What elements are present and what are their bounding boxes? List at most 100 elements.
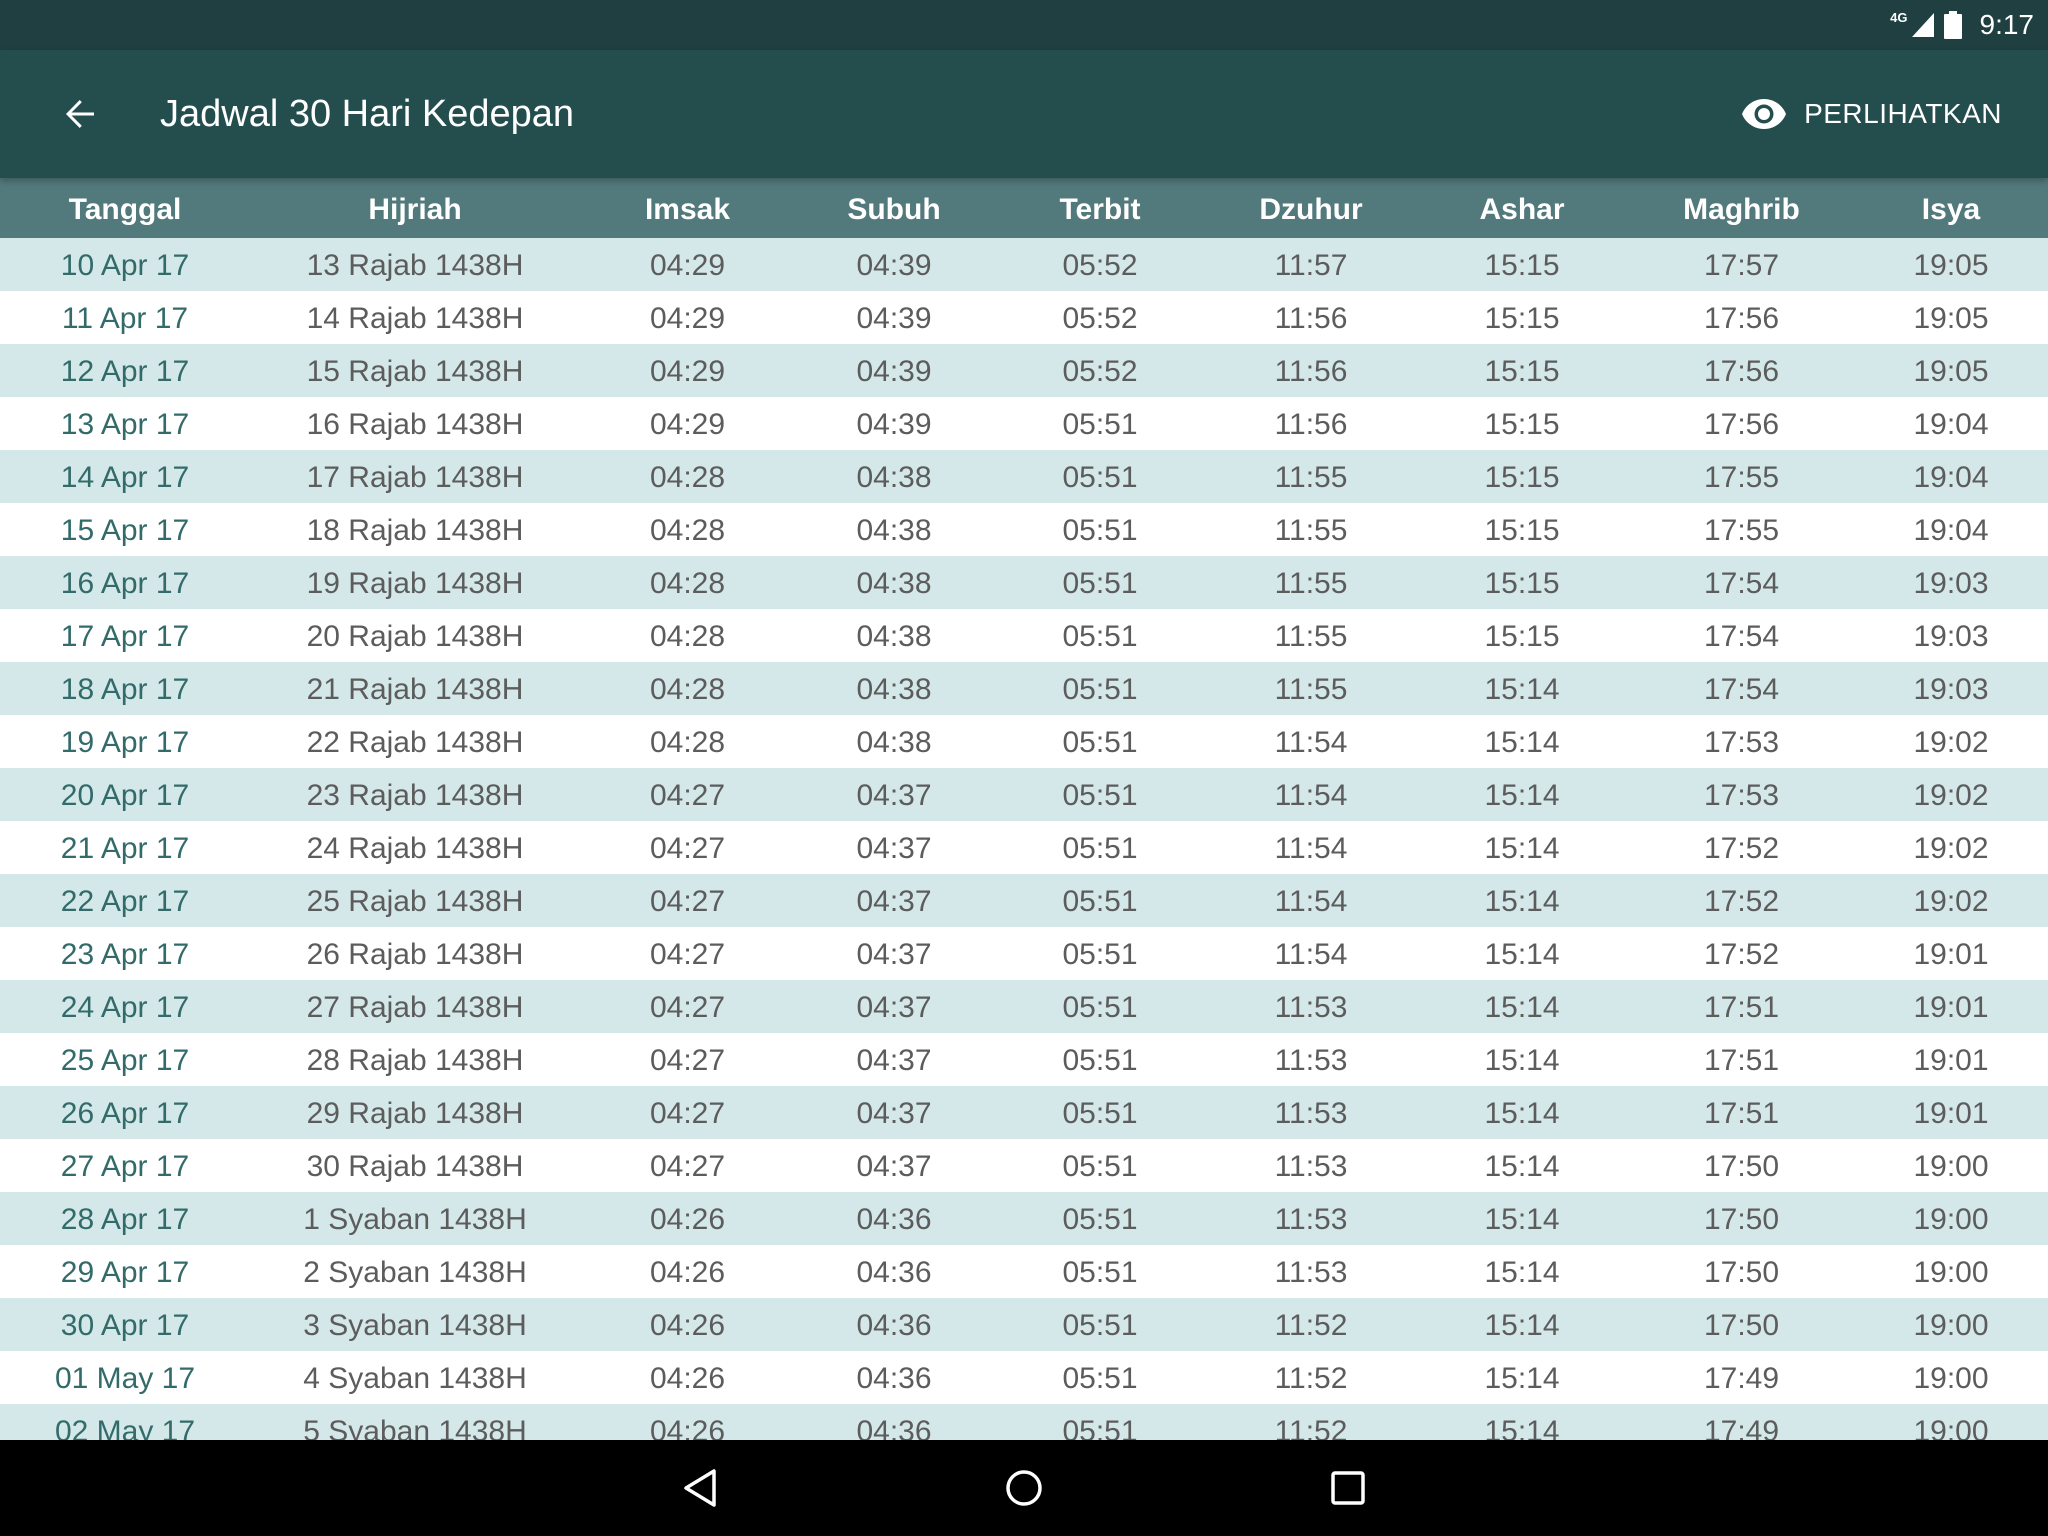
table-row: 22 Apr 17 25 Rajab 1438H 04:27 04:37 05:51 11…	[0, 874, 2048, 927]
cell-maghrib: 17:56	[1703, 408, 1780, 441]
cell-imsak: 04:29	[649, 249, 726, 282]
cell-dzuhur: 11:53	[1274, 1150, 1348, 1183]
cell-subuh: 04:36	[856, 1362, 932, 1395]
table-row: 27 Apr 17 30 Rajab 1438H 04:27 04:37 05:51 11…	[0, 1139, 2048, 1192]
cell-hijriah: 13 Rajab 1438H	[306, 249, 524, 282]
cell-tanggal: 24 Apr 17	[60, 991, 190, 1024]
cell-terbit: 05:51	[1062, 1150, 1138, 1183]
cell-isya: 19:04	[1913, 408, 1989, 441]
cell-hijriah: 20 Rajab 1438H	[306, 620, 524, 653]
show-button[interactable]: PERLIHATKAN	[1742, 50, 2002, 178]
cell-maghrib: 17:52	[1703, 885, 1780, 918]
cell-dzuhur: 11:55	[1274, 620, 1348, 653]
status-clock: 9:17	[1979, 9, 2035, 40]
cell-isya: 19:05	[1913, 302, 1989, 335]
cell-isya: 19:02	[1913, 779, 1989, 812]
cell-ashar: 15:15	[1484, 567, 1560, 600]
table-header: Tanggal Hijriah Imsak Subuh Terbit Dzuhur Asha…	[0, 178, 2048, 238]
battery-icon	[1943, 11, 1962, 39]
table-row: 13 Apr 17 16 Rajab 1438H 04:29 04:39 05:51 11…	[0, 397, 2048, 450]
table-row: 10 Apr 17 13 Rajab 1438H 04:29 04:39 05:52 11…	[0, 238, 2048, 291]
cell-ashar: 15:14	[1484, 673, 1560, 706]
cell-hijriah: 28 Rajab 1438H	[306, 1044, 524, 1077]
cell-dzuhur: 11:53	[1274, 1256, 1348, 1289]
nav-back-button[interactable]	[670, 1458, 730, 1518]
cell-imsak: 04:27	[649, 885, 726, 918]
cell-tanggal: 01 May 17	[54, 1362, 196, 1395]
cell-tanggal: 23 Apr 17	[60, 938, 190, 971]
cell-terbit: 05:51	[1062, 832, 1138, 865]
cell-imsak: 04:26	[649, 1203, 726, 1236]
cell-tanggal: 28 Apr 17	[60, 1203, 190, 1236]
cell-tanggal: 27 Apr 17	[60, 1150, 190, 1183]
cell-imsak: 04:27	[649, 938, 726, 971]
cell-hijriah: 1 Syaban 1438H	[303, 1203, 527, 1236]
cell-dzuhur: 11:55	[1274, 567, 1348, 600]
cell-hijriah: 25 Rajab 1438H	[306, 885, 524, 918]
app-bar: Jadwal 30 Hari Kedepan PERLIHATKAN	[0, 50, 2048, 178]
cell-maghrib: 17:50	[1703, 1256, 1780, 1289]
cell-isya: 19:01	[1913, 991, 1989, 1024]
table-row: 01 May 17 4 Syaban 1438H 04:26 04:36 05:51 11…	[0, 1351, 2048, 1404]
cell-tanggal: 19 Apr 17	[60, 726, 190, 759]
cell-dzuhur: 11:54	[1274, 885, 1348, 918]
cell-dzuhur: 11:55	[1274, 461, 1348, 494]
back-button[interactable]	[50, 84, 110, 144]
cell-imsak: 04:28	[649, 567, 726, 600]
cell-imsak: 04:27	[649, 1150, 726, 1183]
cell-ashar: 15:14	[1484, 1097, 1560, 1130]
cell-terbit: 05:51	[1062, 1203, 1138, 1236]
cell-maghrib: 17:49	[1703, 1362, 1780, 1395]
cell-terbit: 05:51	[1062, 461, 1138, 494]
cell-imsak: 04:27	[649, 832, 726, 865]
cell-terbit: 05:51	[1062, 1415, 1138, 1440]
cell-isya: 19:03	[1913, 620, 1989, 653]
cell-subuh: 04:38	[856, 673, 932, 706]
cell-subuh: 04:38	[856, 461, 932, 494]
cell-imsak: 04:28	[649, 726, 726, 759]
cell-imsak: 04:28	[649, 620, 726, 653]
cell-ashar: 15:14	[1484, 726, 1560, 759]
nav-home-button[interactable]	[994, 1458, 1054, 1518]
cell-isya: 19:00	[1913, 1309, 1989, 1342]
cell-tanggal: 20 Apr 17	[60, 779, 190, 812]
cell-tanggal: 25 Apr 17	[60, 1044, 190, 1077]
cell-terbit: 05:51	[1062, 1362, 1138, 1395]
cell-tanggal: 26 Apr 17	[60, 1097, 190, 1130]
cell-terbit: 05:52	[1062, 355, 1138, 388]
cell-imsak: 04:27	[649, 1097, 726, 1130]
cell-subuh: 04:37	[856, 1150, 932, 1183]
cell-hijriah: 24 Rajab 1438H	[306, 832, 524, 865]
cell-terbit: 05:51	[1062, 408, 1138, 441]
cell-terbit: 05:51	[1062, 726, 1138, 759]
table-row: 26 Apr 17 29 Rajab 1438H 04:27 04:37 05:51 11…	[0, 1086, 2048, 1139]
cell-isya: 19:05	[1913, 355, 1989, 388]
cell-terbit: 05:51	[1062, 885, 1138, 918]
cell-tanggal: 21 Apr 17	[60, 832, 190, 865]
cell-maghrib: 17:54	[1703, 567, 1780, 600]
cell-imsak: 04:26	[649, 1415, 726, 1440]
cell-terbit: 05:51	[1062, 779, 1138, 812]
cell-hijriah: 16 Rajab 1438H	[306, 408, 524, 441]
cell-tanggal: 02 May 17	[54, 1415, 196, 1440]
cell-tanggal: 15 Apr 17	[60, 514, 190, 547]
column-header-imsak: Imsak	[644, 193, 731, 226]
eye-icon	[1742, 99, 1787, 129]
nav-recent-button[interactable]	[1318, 1458, 1378, 1518]
cell-isya: 19:00	[1913, 1203, 1989, 1236]
cell-tanggal: 18 Apr 17	[60, 673, 190, 706]
cell-hijriah: 15 Rajab 1438H	[306, 355, 524, 388]
cell-ashar: 15:15	[1484, 514, 1560, 547]
triangle-back-icon	[684, 1469, 716, 1507]
schedule-table[interactable]: Tanggal Hijriah Imsak Subuh Terbit Dzuhur Asha…	[0, 178, 2048, 1440]
cell-hijriah: 18 Rajab 1438H	[306, 514, 524, 547]
show-button-label: PERLIHATKAN	[1804, 98, 2002, 129]
cell-isya: 19:03	[1913, 673, 1989, 706]
cell-ashar: 15:14	[1484, 1203, 1560, 1236]
cell-dzuhur: 11:54	[1274, 938, 1348, 971]
cell-hijriah: 26 Rajab 1438H	[306, 938, 524, 971]
table-row: 25 Apr 17 28 Rajab 1438H 04:27 04:37 05:51 11…	[0, 1033, 2048, 1086]
cell-tanggal: 12 Apr 17	[60, 355, 190, 388]
cell-dzuhur: 11:56	[1274, 302, 1348, 335]
cell-dzuhur: 11:52	[1274, 1415, 1348, 1440]
